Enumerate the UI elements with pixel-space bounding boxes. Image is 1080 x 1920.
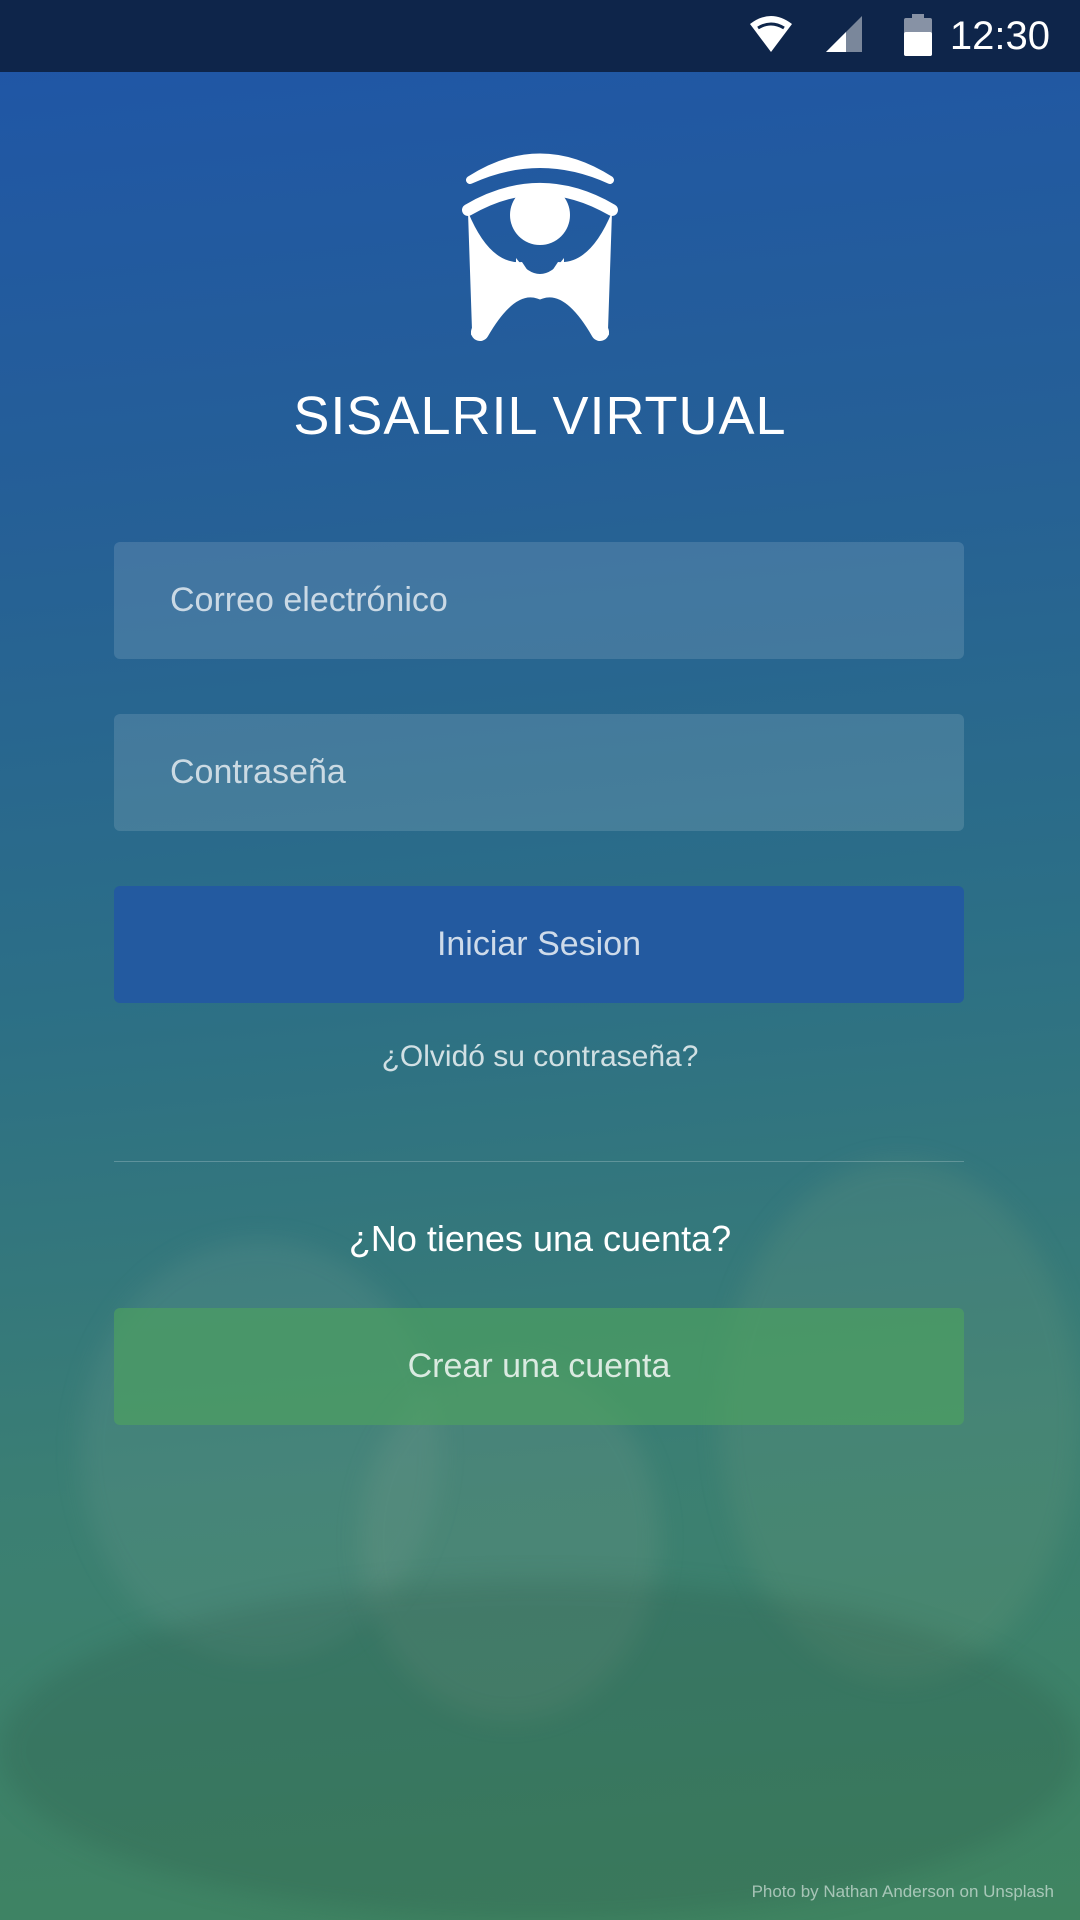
create-account-label: Crear una cuenta	[407, 1347, 671, 1385]
signal-icon	[824, 14, 864, 59]
no-account-prompt: ¿No tienes una cuenta?	[348, 1218, 732, 1259]
photo-credit[interactable]: Photo by Nathan Anderson on Unsplash	[752, 1882, 1054, 1902]
email-field[interactable]: Correo electrónico	[114, 542, 964, 659]
wifi-icon	[748, 14, 794, 59]
sisalril-logo-icon	[460, 150, 620, 350]
app-title: SISALRIL VIRTUAL	[293, 386, 787, 446]
password-field[interactable]: Contraseña	[114, 714, 964, 831]
status-bar: 12:30	[0, 0, 1080, 72]
login-button[interactable]: Iniciar Sesion	[114, 886, 964, 1003]
login-button-label: Iniciar Sesion	[436, 925, 642, 963]
forgot-password-link[interactable]: ¿Olvidó su contraseña?	[0, 1040, 1080, 1074]
divider	[114, 1161, 964, 1162]
email-placeholder: Correo electrónico	[170, 581, 448, 619]
password-placeholder: Contraseña	[170, 753, 346, 791]
login-screen: 12:30 SISALRIL VIRTUAL Correo electrónic…	[0, 0, 1080, 1920]
status-time: 12:30	[949, 14, 1050, 58]
create-account-button[interactable]: Crear una cuenta	[114, 1308, 964, 1425]
battery-icon	[904, 14, 932, 61]
